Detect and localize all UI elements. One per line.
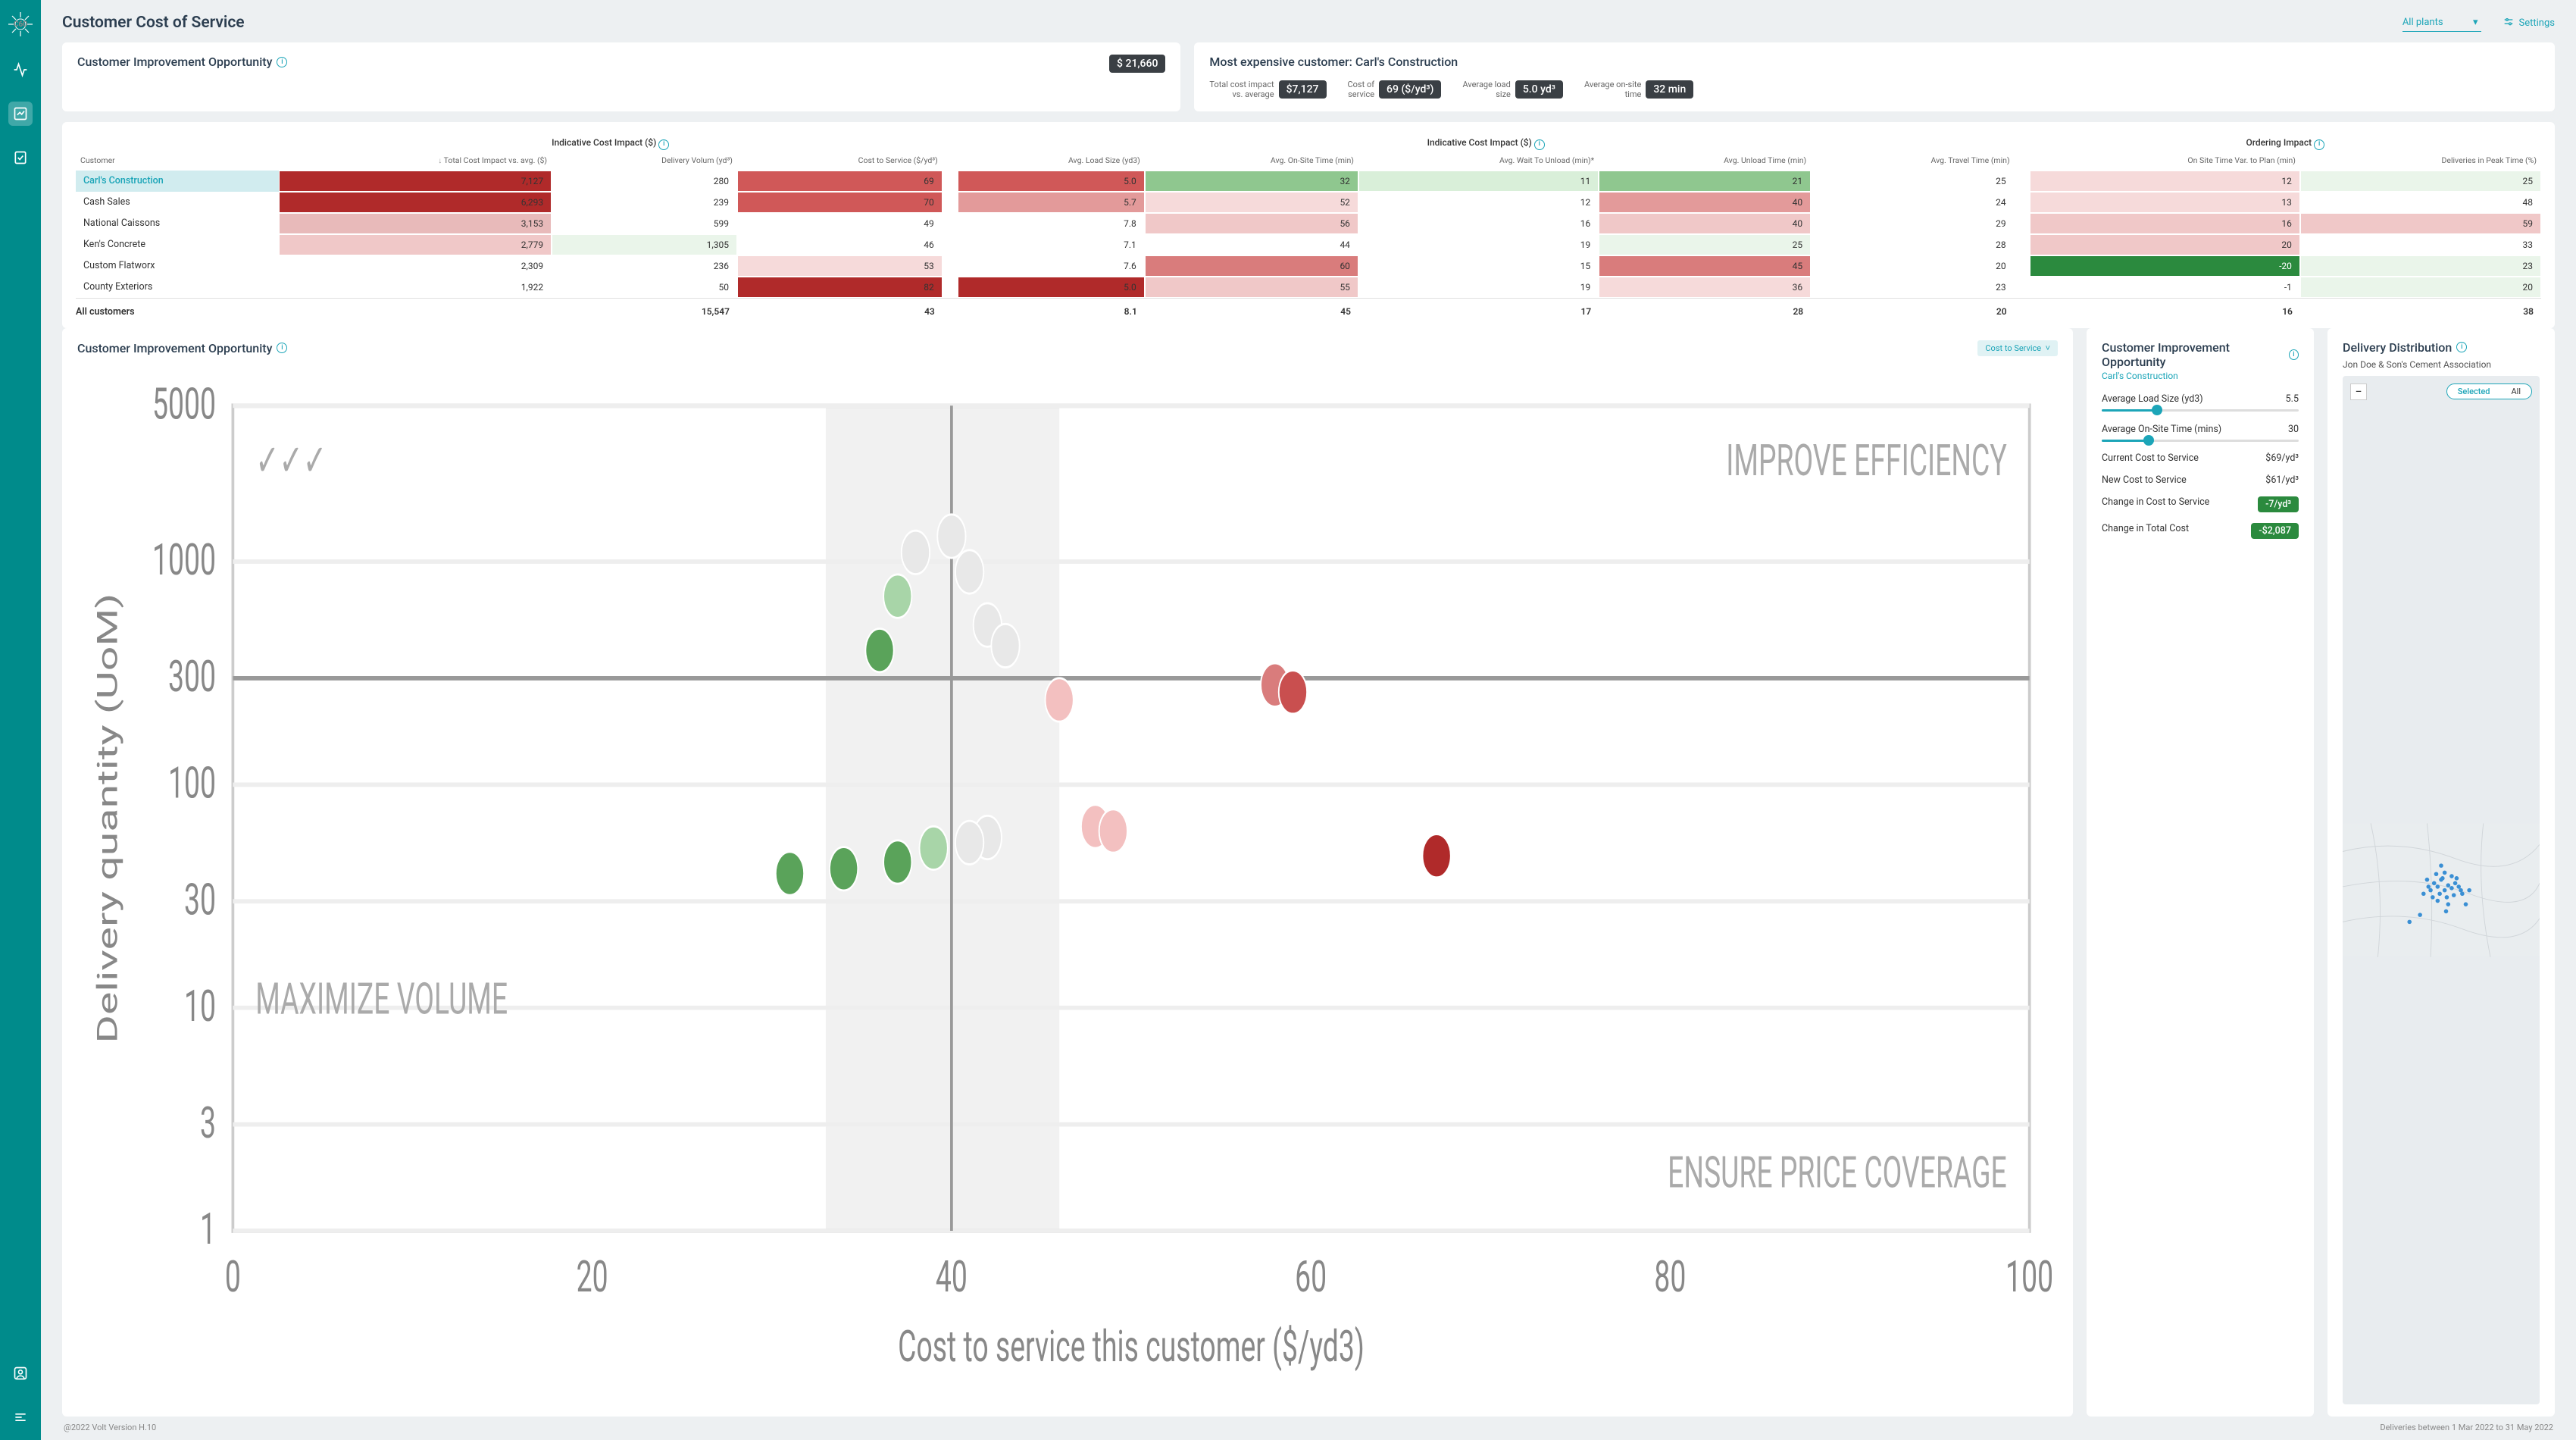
svg-text:Cost to service this customer: Cost to service this customer ($/yd3) [898, 1320, 1365, 1372]
nav-analytics-icon[interactable] [8, 102, 33, 126]
settings-button[interactable]: Settings [2503, 17, 2555, 29]
svg-text:300: 300 [168, 651, 216, 703]
main-content: Customer Cost of Service All plants Sett… [41, 0, 2576, 1440]
settings-icon [2503, 17, 2515, 29]
info-icon[interactable]: i [2289, 349, 2299, 360]
svg-text:MAXIMIZE VOLUME: MAXIMIZE VOLUME [255, 973, 508, 1025]
load-size-slider[interactable] [2102, 409, 2299, 412]
svg-text:20: 20 [577, 1251, 608, 1303]
map-svg [2343, 376, 2540, 1404]
result-row: Current Cost to Service$69/yd³ [2102, 452, 2299, 464]
svg-text:60: 60 [1295, 1251, 1327, 1303]
customer-table: Indicative Cost Impact ($) i Indicative … [76, 133, 2541, 320]
map-zoom-out[interactable]: − [2350, 383, 2367, 400]
scatter-plot[interactable]: 1 3 10 30 100 300 1000 5000 0 20 40 60 80 100 IMPROVE … [77, 362, 2058, 1404]
scatter-card: Customer Improvement Opportunity i Cost … [62, 328, 2073, 1417]
expensive-stat: Total cost impact vs. average $7,127 [1209, 80, 1326, 99]
customer-name[interactable]: Cash Sales [76, 192, 279, 213]
info-icon[interactable]: i [277, 57, 287, 67]
svg-text:Delivery quantity (UoM): Delivery quantity (UoM) [91, 593, 124, 1043]
table-row[interactable]: Custom Flatworx2,309236537.660154520-202… [76, 255, 2541, 277]
svg-text:✓✓✓: ✓✓✓ [255, 434, 327, 486]
nav-menu-icon[interactable] [8, 1405, 33, 1429]
sidebar: C60 [0, 0, 41, 1440]
table-row[interactable]: National Caissons3,153599497.85616402916… [76, 213, 2541, 234]
map-toggle-all[interactable]: All [2500, 384, 2531, 399]
onsite-time-slider[interactable] [2102, 440, 2299, 442]
header: Customer Cost of Service All plants Sett… [62, 14, 2555, 32]
table-row[interactable]: Ken's Concrete2,7791,305467.144192528203… [76, 234, 2541, 255]
page-title: Customer Cost of Service [62, 14, 245, 32]
scatter-title: Customer Improvement Opportunity i [77, 341, 287, 355]
improvement-summary-card: Customer Improvement Opportunity i $ 21,… [62, 42, 1180, 111]
info-icon[interactable]: i [277, 343, 287, 353]
table-row[interactable]: County Exteriors1,92250825.055193623-120 [76, 277, 2541, 299]
result-row: New Cost to Service$61/yd³ [2102, 474, 2299, 486]
nav-checklist-icon[interactable] [8, 146, 33, 170]
info-icon[interactable]: i [1534, 139, 1545, 150]
svg-text:3: 3 [200, 1097, 216, 1148]
improvement-summary-title: Customer Improvement Opportunity i [77, 55, 287, 69]
most-expensive-card: Most expensive customer: Carl's Construc… [1194, 42, 2555, 111]
svg-text:C60: C60 [14, 20, 27, 29]
svg-text:IMPROVE EFFICIENCY: IMPROVE EFFICIENCY [1726, 434, 2007, 486]
map-toggle-selected[interactable]: Selected [2447, 384, 2501, 399]
most-expensive-title: Most expensive customer: Carl's Construc… [1209, 55, 2540, 69]
nav-user-icon[interactable] [8, 1361, 33, 1385]
scatter-metric-select[interactable]: Cost to Service ˅ [1977, 340, 2058, 356]
customer-name[interactable]: Ken's Concrete [76, 234, 279, 255]
expensive-stat: Average load size 5.0 yd³ [1462, 80, 1563, 99]
svg-text:80: 80 [1654, 1251, 1686, 1303]
plant-filter-select[interactable]: All plants [2402, 14, 2481, 32]
svg-text:100: 100 [168, 757, 216, 809]
result-row: Change in Total Cost-$2,087 [2102, 523, 2299, 539]
info-icon[interactable]: i [2314, 139, 2324, 150]
table-total-row: All customers15,547438.1451728201638 [76, 298, 2541, 321]
svg-text:40: 40 [936, 1251, 968, 1303]
svg-text:5000: 5000 [152, 378, 216, 430]
opportunity-customer: Carl's Construction [2102, 371, 2299, 381]
delivery-map-subtitle: Jon Doe & Son's Cement Association [2343, 359, 2540, 370]
table-row[interactable]: Carl's Construction7,127280695.032112125… [76, 171, 2541, 192]
expensive-stat: Cost of service 69 ($/yd³) [1348, 80, 1442, 99]
result-row: Change in Cost to Service-7/yd³ [2102, 496, 2299, 512]
svg-text:10: 10 [184, 980, 216, 1031]
delivery-map-title: Delivery Distribution i [2343, 340, 2540, 355]
table-row[interactable]: Cash Sales6,293239705.7521240241348 [76, 192, 2541, 213]
customer-name[interactable]: County Exteriors [76, 277, 279, 299]
logo: C60 [7, 11, 34, 38]
svg-text:ENSURE PRICE COVERAGE: ENSURE PRICE COVERAGE [1668, 1147, 2007, 1198]
nav-activity-icon[interactable] [8, 58, 33, 82]
delivery-map-card: Delivery Distribution i Jon Doe & Son's … [2327, 328, 2555, 1417]
footer-daterange: Deliveries between 1 Mar 2022 to 31 May … [2380, 1423, 2553, 1432]
svg-text:30: 30 [184, 874, 216, 925]
improvement-summary-value: $ 21,660 [1109, 55, 1165, 73]
svg-text:1: 1 [200, 1204, 216, 1255]
opportunity-simulator-card: Customer Improvement Opportunity i Carl'… [2087, 328, 2314, 1417]
customer-name[interactable]: Custom Flatworx [76, 255, 279, 277]
customer-table-card: Indicative Cost Impact ($) i Indicative … [62, 122, 2555, 327]
info-icon[interactable]: i [658, 139, 669, 150]
customer-name[interactable]: National Caissons [76, 213, 279, 234]
expensive-stat: Average on-site time 32 min [1584, 80, 1693, 99]
customer-name[interactable]: Carl's Construction [76, 171, 279, 192]
delivery-map[interactable]: − Selected All [2343, 376, 2540, 1404]
map-filter-toggle[interactable]: Selected All [2446, 383, 2532, 399]
footer-version: @2022 Volt Version H.10 [64, 1423, 156, 1432]
info-icon[interactable]: i [2456, 342, 2467, 352]
footer: @2022 Volt Version H.10 Deliveries betwe… [62, 1417, 2555, 1434]
svg-text:0: 0 [225, 1251, 241, 1303]
svg-text:1000: 1000 [152, 534, 216, 586]
opportunity-simulator-title: Customer Improvement Opportunity i [2102, 340, 2299, 369]
svg-text:100: 100 [2005, 1251, 2053, 1303]
